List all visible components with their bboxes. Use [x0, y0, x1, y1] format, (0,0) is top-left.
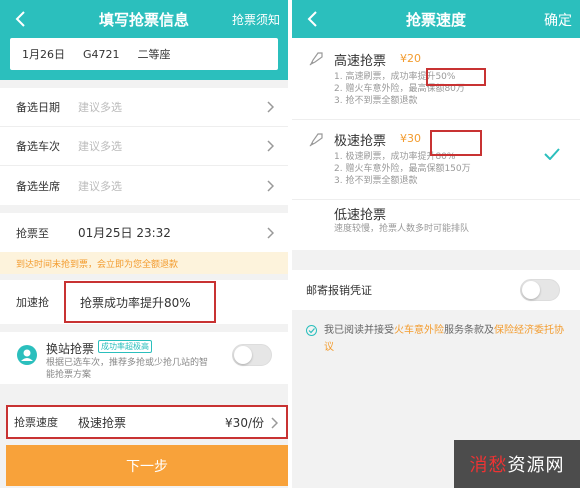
swap-station-desc: 根据已选车次，推荐多抢或少抢几站的智能抢票方案	[46, 358, 209, 380]
row-placeholder: 建议多选	[78, 179, 122, 193]
option-line: 3. 抢不到票全额退款	[334, 96, 418, 106]
option-title: 极速抢票	[334, 134, 387, 149]
option-price: ¥30	[400, 132, 421, 145]
grab-until-section: 抢票至 01月25日 23:32	[0, 213, 288, 252]
speed-option-extreme[interactable]: 极速抢票 ¥30 1. 极速刷票，成功率提升80% 2. 赠火车意外险，最高保额…	[292, 120, 580, 200]
row-label: 备选车次	[16, 140, 60, 153]
trip-seat: 二等座	[137, 48, 171, 61]
rate-highlight-box	[426, 68, 486, 86]
trip-train: G4721	[83, 47, 120, 61]
speed-option-high[interactable]: 高速抢票 ¥20 1. 高速刷票，成功率提升50% 2. 赠火车意外险，最高保额…	[292, 38, 580, 120]
grab-notice-link[interactable]: 抢票须知	[232, 11, 280, 28]
speed-option-low[interactable]: 低速抢票 速度较慢，抢票人数多时可能排队	[292, 200, 580, 250]
rocket-icon	[309, 52, 323, 66]
chevron-right-icon	[271, 417, 278, 429]
alternates-list: 备选日期 建议多选 备选车次 建议多选 备选坐席 建议多选	[0, 88, 288, 205]
success-rate-badge: 成功率超极高	[98, 340, 152, 353]
accelerate-row[interactable]: 加速抢 抢票成功率提升80%	[0, 280, 288, 324]
back-button[interactable]	[8, 6, 32, 32]
alternate-seat-row[interactable]: 备选坐席 建议多选	[0, 166, 288, 205]
check-circle-icon[interactable]	[306, 325, 317, 336]
chevron-right-icon	[267, 226, 274, 239]
grab-until-value: 01月25日 23:32	[78, 226, 171, 240]
accident-insurance-link[interactable]: 火车意外险	[394, 325, 444, 336]
accelerate-value: 抢票成功率提升80%	[80, 295, 191, 310]
swap-station-section: 换站抢票 成功率超极高 根据已选车次，推荐多抢或少抢几站的智能抢票方案	[0, 332, 288, 384]
accelerate-highlight: 抢票成功率提升80%	[64, 281, 216, 323]
row-placeholder: 建议多选	[78, 140, 122, 153]
page-title: 抢票速度	[405, 10, 466, 29]
watermark-part2: 资源网	[507, 455, 565, 476]
alternate-train-row[interactable]: 备选车次 建议多选	[0, 127, 288, 166]
row-label: 抢票至	[16, 226, 49, 240]
top-bar: 填写抢票信息 抢票须知	[0, 0, 288, 38]
watermark-part1: 消愁	[469, 455, 508, 476]
option-title: 高速抢票	[334, 54, 387, 69]
confirm-button[interactable]: 确定	[544, 10, 572, 30]
option-line: 2. 赠火车意外险，最高保额150万	[334, 164, 471, 174]
watermark: 消愁 资源网	[454, 440, 580, 488]
agree-middle: 服务条款及	[444, 325, 494, 336]
chevron-right-icon	[267, 179, 274, 192]
option-title: 低速抢票	[334, 208, 387, 223]
chevron-left-icon	[15, 11, 25, 27]
row-label: 抢票速度	[14, 416, 58, 429]
grab-until-row[interactable]: 抢票至 01月25日 23:32	[0, 213, 288, 252]
next-step-button[interactable]: 下一步	[6, 445, 288, 486]
agreement-text: 我已阅读并接受火车意外险服务条款及保险经济委托协议	[306, 322, 568, 356]
toggle-knob	[234, 346, 252, 364]
alternate-date-row[interactable]: 备选日期 建议多选	[0, 88, 288, 127]
refund-notice: 到达时间未抢到票，会立即为您全额退款	[0, 252, 288, 274]
trip-date: 1月26日	[22, 48, 65, 61]
option-line: 速度较慢，抢票人数多时可能排队	[334, 224, 470, 234]
trip-wrapper: 1月26日 G4721 二等座	[0, 38, 288, 80]
grab-speed-row[interactable]: 抢票速度 极速抢票 ¥30/份	[6, 405, 288, 439]
option-price: ¥20	[400, 52, 421, 65]
grab-speed-value: 极速抢票	[78, 415, 127, 430]
agree-prefix: 我已阅读并接受	[324, 325, 394, 336]
row-label: 备选坐席	[16, 179, 60, 193]
toggle-knob	[522, 281, 540, 299]
chevron-right-icon	[267, 140, 274, 152]
row-label: 加速抢	[16, 296, 49, 309]
back-button[interactable]	[300, 6, 324, 32]
rate-highlight-box	[430, 130, 482, 156]
row-placeholder: 建议多选	[78, 101, 122, 114]
fill-grab-ticket-screen: 填写抢票信息 抢票须知 1月26日 G4721 二等座 备选日期 建议多选 备选…	[0, 0, 288, 488]
swap-station-toggle[interactable]	[232, 344, 272, 366]
swap-station-title: 换站抢票	[46, 342, 95, 356]
chevron-right-icon	[267, 101, 274, 113]
mail-receipt-toggle[interactable]	[520, 279, 560, 301]
rocket-icon	[309, 133, 323, 147]
grab-speed-price: ¥30/份	[225, 415, 264, 430]
speed-options: 高速抢票 ¥20 1. 高速刷票，成功率提升50% 2. 赠火车意外险，最高保额…	[292, 38, 580, 250]
option-line: 3. 抢不到票全额退款	[334, 176, 418, 186]
row-label: 备选日期	[16, 101, 60, 114]
top-bar: 抢票速度 确定	[292, 0, 580, 38]
chevron-left-icon	[307, 11, 317, 27]
mail-receipt-row: 邮寄报销凭证	[292, 270, 580, 310]
swap-station-icon	[17, 345, 37, 365]
grab-speed-screen: 抢票速度 确定 高速抢票 ¥20 1. 高速刷票，成功率提升50% 2. 赠火车…	[292, 0, 580, 488]
trip-card: 1月26日 G4721 二等座	[10, 38, 278, 70]
check-icon	[544, 148, 560, 160]
mail-receipt-label: 邮寄报销凭证	[306, 284, 372, 297]
